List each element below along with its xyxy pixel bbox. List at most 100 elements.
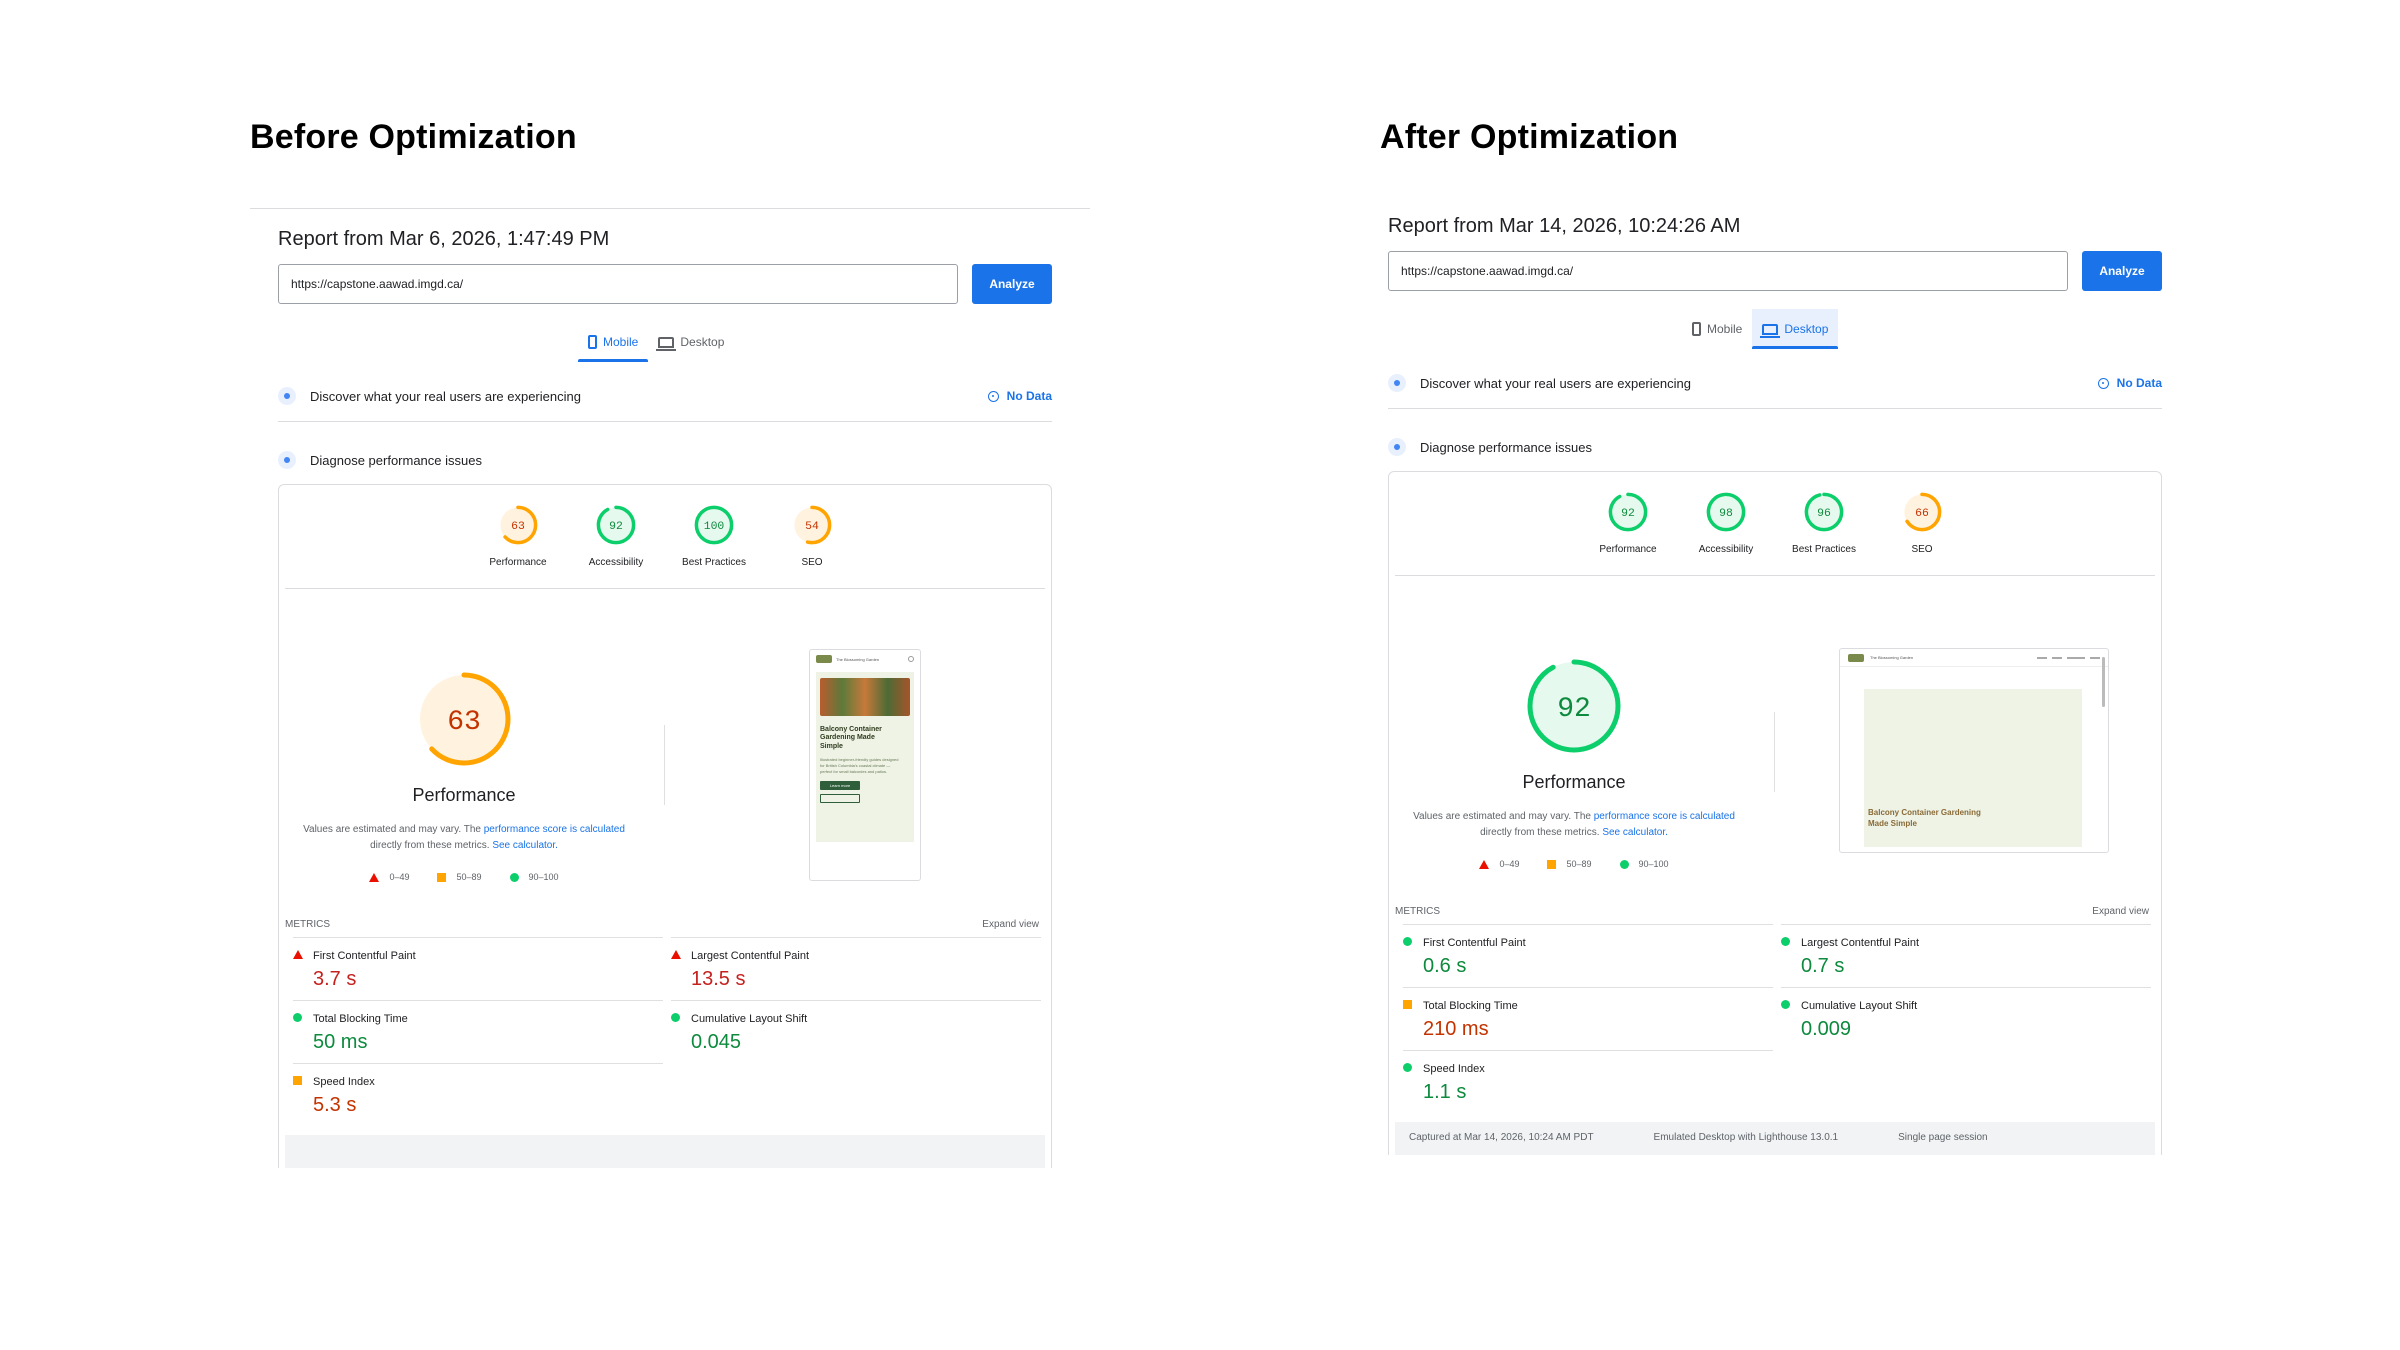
metric-speed-index: Speed Index 1.1 s [1403,1050,1773,1112]
thumb-scrollbar [2102,657,2105,707]
before-mobile-screenshot: The Blossoming Garden Balcony Container … [809,649,921,881]
score-gauge-best-practices[interactable]: 100 Best Practices [679,503,749,568]
pass-icon [1403,937,1412,946]
metric-label: Speed Index [1423,1063,1485,1075]
before-vertical-separator [664,725,665,805]
before-top-divider [250,208,1090,209]
thumb-site-name: The Blossoming Garden [1870,655,1914,660]
metric-value: 1.1 s [1423,1081,1467,1103]
gauge-label: SEO [1911,544,1933,555]
metric-largest-contentful-paint: Largest Contentful Paint 0.7 s [1781,924,2151,986]
metric-value: 0.6 s [1423,955,1467,977]
tab-label: Mobile [1707,322,1743,336]
score-ring: 54 [792,505,832,545]
before-tab-desktop[interactable]: Desktop [648,322,734,362]
metric-value: 50 ms [313,1031,368,1053]
expand-view-link[interactable]: Expand view [2092,906,2149,917]
see-calculator-link[interactable]: See calculator. [492,840,558,851]
before-lighthouse-card: 63 Performance 92 Accessibility 100 Best Prac… [278,484,1052,1168]
site-logo [816,655,832,663]
score-gauge-performance[interactable]: 63 Performance [483,503,553,568]
after-diagnose-row: Diagnose performance issues [1388,435,2162,459]
metric-value: 0.045 [691,1031,742,1053]
field-data-text: Discover what your real users are experi… [1420,375,1691,391]
score-gauge-accessibility[interactable]: 92 Accessibility [581,503,651,568]
after-analyze-button[interactable]: Analyze [2082,251,2162,291]
gauge-label: Best Practices [682,557,746,568]
metric-first-contentful-paint: First Contentful Paint 3.7 s [293,937,663,999]
metric-label: First Contentful Paint [1423,937,1526,949]
before-legend: 0–49 50–89 90–100 [369,872,559,882]
metric-total-blocking-time: Total Blocking Time 210 ms [1403,987,1773,1049]
metric-cumulative-layout-shift: Cumulative Layout Shift 0.045 [671,1000,1041,1062]
thumb-hero-image [820,678,910,716]
metric-value: 13.5 s [691,968,746,990]
users-icon [278,387,296,405]
after-tab-desktop[interactable]: Desktop [1752,309,1839,349]
before-performance-summary: 63 Performance Values are estimated and … [299,669,629,882]
metric-label: Largest Contentful Paint [1801,937,1920,949]
after-tab-mobile[interactable]: Mobile [1682,309,1752,349]
score-gauge-seo[interactable]: 66 SEO [1887,490,1957,555]
see-calculator-link[interactable]: See calculator. [1602,827,1668,838]
thumb-site-name: The Blossoming Garden [836,656,880,662]
expand-view-link[interactable]: Expand view [982,919,1039,930]
score-ring: 98 [1706,492,1746,532]
pass-icon [1619,859,1629,869]
after-url-input[interactable] [1388,251,2068,291]
before-footer-strip [285,1135,1045,1168]
gauge-score: 92 [1557,694,1591,725]
diagnose-text: Diagnose performance issues [1420,439,1592,455]
metric-value: 5.3 s [313,1094,357,1116]
score-gauge-accessibility[interactable]: 98 Accessibility [1691,490,1761,555]
score-ring: 92 [1608,492,1648,532]
metric-label: Total Blocking Time [313,1013,408,1025]
before-tab-mobile[interactable]: Mobile [578,322,649,362]
thumb-cta: Learn more [820,781,860,791]
thumb-hero: Balcony Container Gardening Made Simple [1864,689,2082,847]
after-device-tabs: Mobile Desktop [1682,309,1839,349]
after-no-data-link[interactable]: No Data [2097,376,2162,390]
score-ring: 63 [498,505,538,545]
big-gauge-title: Performance [412,785,516,805]
users-icon [1388,374,1406,392]
pass-icon [1781,1000,1790,1009]
before-analyze-button[interactable]: Analyze [972,264,1052,304]
before-device-tabs: Mobile Desktop [578,322,734,362]
after-field-data-row[interactable]: Discover what your real users are experi… [1388,371,2162,395]
metric-value: 0.7 s [1801,955,1845,977]
thumb-cta-secondary [820,794,860,804]
pass-icon [1781,937,1790,946]
info-icon [2097,377,2109,389]
metric-first-contentful-paint: First Contentful Paint 0.6 s [1403,924,1773,986]
info-icon [987,390,999,402]
tab-label: Desktop [1784,322,1829,336]
after-big-gauge: 92 [1527,659,1621,753]
before-url-input[interactable] [278,264,958,304]
before-big-gauge: 63 [417,672,511,766]
gauge-score: 66 [1915,507,1929,520]
score-calc-link[interactable]: performance score is calculated [484,824,625,835]
laptop-icon [1760,323,1781,338]
metric-value: 3.7 s [313,968,357,990]
average-icon [437,872,447,882]
field-data-text: Discover what your real users are experi… [310,388,581,404]
metric-label: Cumulative Layout Shift [691,1013,808,1025]
emulation-text: Emulated Desktop with Lighthouse 13.0.1 [1653,1132,1839,1143]
after-lighthouse-card: 92 Performance 98 Accessibility 96 Best Pract… [1388,471,2162,1155]
before-no-data-link[interactable]: No Data [987,389,1052,403]
before-field-data-row[interactable]: Discover what your real users are experi… [278,384,1052,408]
score-gauge-seo[interactable]: 54 SEO [777,503,847,568]
pass-icon [671,1013,680,1022]
score-calc-link[interactable]: performance score is calculated [1594,811,1735,822]
after-score-gauges: 92 Performance 98 Accessibility 96 Best Pract… [1389,490,2161,555]
score-gauge-performance[interactable]: 92 Performance [1593,490,1663,555]
phone-icon [1692,322,1701,336]
metric-largest-contentful-paint: Largest Contentful Paint 13.5 s [671,937,1041,999]
after-desktop-screenshot: The Blossoming Garden Balcony Container … [1839,648,2109,853]
gauge-label: Accessibility [588,557,644,568]
score-gauge-best-practices[interactable]: 96 Best Practices [1789,490,1859,555]
gauge-score: 96 [1817,507,1831,520]
before-heading: Before Optimization [250,118,577,156]
after-vertical-separator [1774,712,1775,792]
